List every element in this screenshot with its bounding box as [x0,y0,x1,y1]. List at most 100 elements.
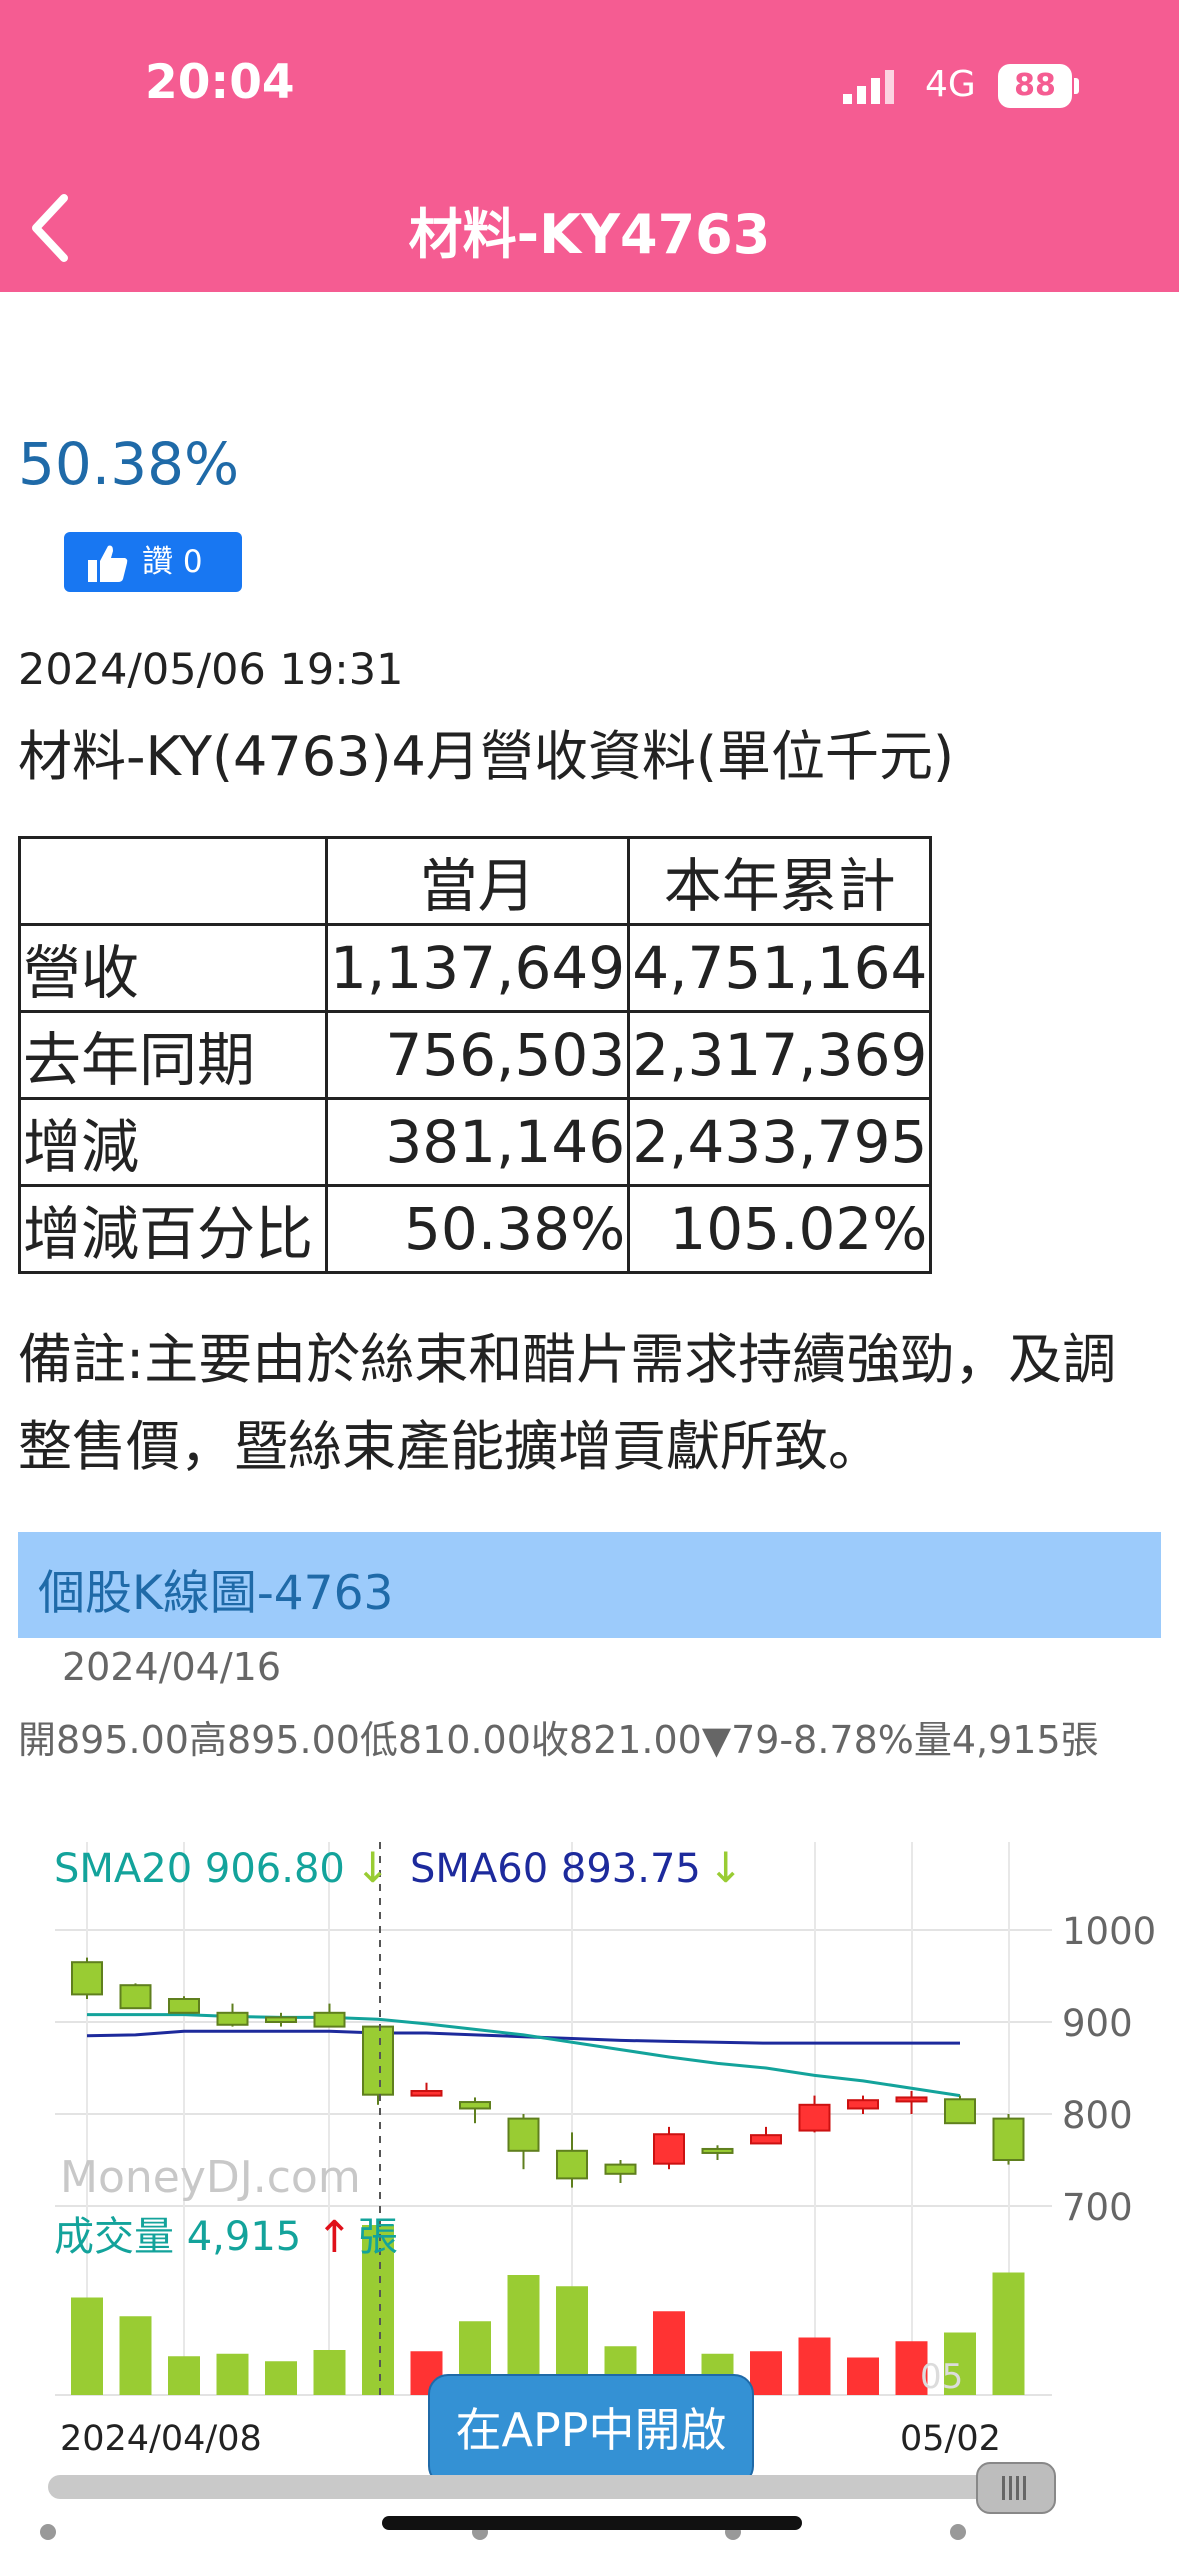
y-tick-label: 800 [1062,2094,1133,2137]
volume-bar [895,2341,928,2395]
volume-bar [119,2316,152,2395]
table-row: 營收 1,137,649 4,751,164 [18,923,933,1013]
candle [168,1996,200,2014]
sma-lines [86,2013,961,2098]
like-button[interactable]: 讚 0 [64,532,242,592]
table-header-cell: 本年累計 [627,836,933,926]
candle [71,1957,103,1999]
table-cell: 2,433,795 [627,1097,933,1187]
row-label: 增減 [18,1097,328,1187]
volume-bars [71,2225,1025,2395]
kchart-date: 2024/04/16 [62,1645,282,1689]
table-cell: 50.38% [324,1184,631,1274]
home-indicator [382,2516,802,2530]
candle [410,2082,443,2097]
candle [944,2095,976,2125]
like-label: 讚 0 [142,544,203,580]
watermark: MoneyDJ.com [60,2152,361,2203]
page-dot [40,2524,56,2540]
candle [847,2095,879,2114]
y-ticks: 1000 900 800 700 [1062,1910,1156,2229]
candle [604,2160,637,2183]
volume-up-arrow-icon: ↑ [316,2212,353,2263]
table-row: 增減 381,146 2,433,795 [18,1097,933,1187]
open-in-app-button[interactable]: 在APP中開啟 [428,2374,754,2486]
volume-bar [944,2332,976,2395]
table-cell: 756,503 [324,1010,631,1100]
sma20-label: SMA20 906.80 [54,1846,345,1892]
sma20-down-arrow-icon: ↓ [355,1843,390,1892]
status-time: 20:04 [145,55,295,110]
table-header-cell [18,836,328,926]
table-cell: 381,146 [324,1097,631,1187]
candle [750,2126,782,2145]
page-title: 材料-KY4763 [408,203,771,266]
candle [362,2025,394,2105]
table-row: 增減百分比 50.38% 105.02% [18,1184,933,1274]
candle [216,2003,249,2027]
range-slider-track[interactable] [48,2475,1056,2499]
volume-bar [362,2225,394,2395]
article-heading: 材料-KY(4763)4月營收資料(單位千元) [18,725,955,788]
volume-bar [71,2297,103,2395]
volume-label: 成交量 4,915 [54,2214,301,2260]
row-label: 營收 [18,923,328,1013]
kchart-section-header: 個股K線圖-4763 [18,1532,1161,1638]
table-cell: 2,317,369 [627,1010,933,1100]
candle [265,2012,297,2027]
range-slider-handle[interactable] [976,2462,1056,2514]
table-cell: 105.02% [627,1184,933,1274]
volume-bar [168,2356,200,2395]
x-start-label: 2024/04/08 [60,2419,262,2459]
volume-unit: 張 [358,2214,398,2260]
volume-bar [313,2350,346,2395]
candle [895,2091,928,2114]
change-percent: 50.38% [18,430,240,498]
candle [119,1983,152,2010]
volume-bar [992,2272,1025,2395]
kchart-section-title: 個股K線圖-4763 [38,1566,394,1621]
battery-cap [1074,78,1079,94]
table-cell: 4,751,164 [627,923,933,1013]
row-label: 增減百分比 [18,1184,328,1274]
article-note: 備註:主要由於絲束和醋片需求持續強勁，及調整售價，暨絲束產能擴增貢獻所致。 [18,1328,1117,1478]
volume-bar [216,2353,249,2395]
chart-grid [55,1842,1052,2396]
candle [798,2095,831,2133]
y-tick-label: 700 [1062,2186,1133,2229]
row-label: 去年同期 [18,1010,328,1100]
candle [507,2114,540,2170]
sma60-line [86,2029,960,2045]
volume-bar [750,2351,782,2395]
table-cell: 1,137,649 [324,923,631,1013]
candles [71,1957,1025,2188]
candle [701,2145,734,2160]
x-end-label: 05/02 [900,2419,1001,2459]
kchart-ohlc-summary: 開895.00高895.00低810.00收821.00▼79-8.78%量4,… [18,1718,1099,1762]
page-dot [950,2524,966,2540]
network-label: 4G [925,64,976,105]
table-header-cell: 當月 [324,836,631,926]
grip-icon [1002,2476,1030,2500]
revenue-table: 當月 本年累計 營收 1,137,649 4,751,164 去年同期 756,… [18,836,933,1274]
candle [313,2003,346,2028]
cursor-label: 05 [920,2357,963,2397]
volume-bar [265,2361,297,2395]
sma60-label: SMA60 893.75 [410,1846,701,1892]
sma60-down-arrow-icon: ↓ [708,1843,743,1892]
table-row: 去年同期 756,503 2,317,369 [18,1010,933,1100]
battery-icon: 88 [998,64,1072,108]
y-tick-label: 1000 [1062,1910,1156,1953]
candle [653,2126,685,2170]
thumbs-up-icon [88,545,128,582]
candle [459,2097,491,2124]
sma20-line [87,2013,961,2098]
candle [556,2132,588,2188]
candle [992,2114,1025,2165]
article-datetime: 2024/05/06 19:31 [18,645,404,695]
signal-icon [843,68,903,108]
kchart-svg[interactable]: MoneyDJ.com 1000 900 800 700 SMA20 906.80 ↓… [0,0,1179,2556]
table-header-row: 當月 本年累計 [18,836,933,926]
y-tick-label: 900 [1062,2002,1133,2045]
volume-bar [798,2337,831,2395]
